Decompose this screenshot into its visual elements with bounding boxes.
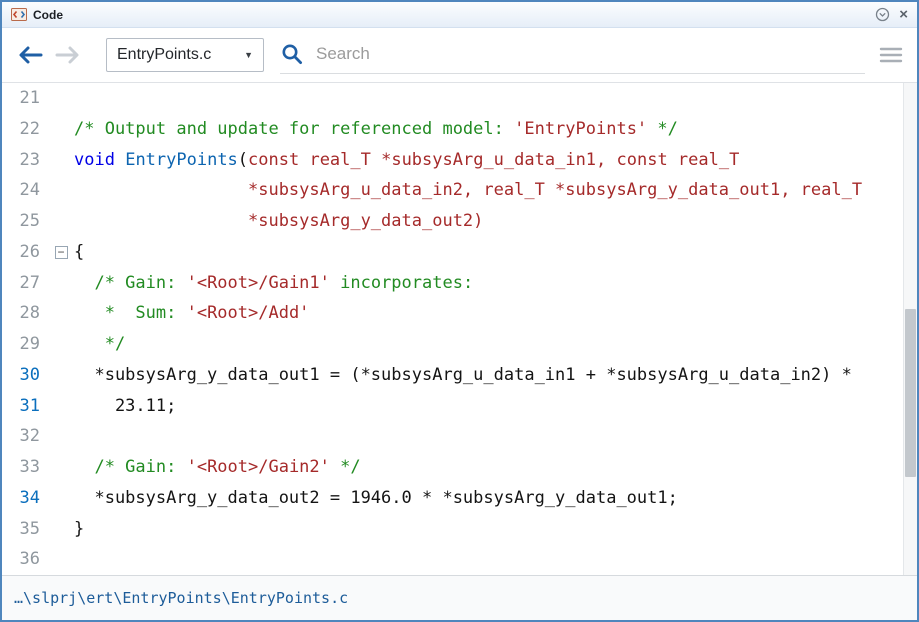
code-line[interactable]: 21 <box>2 83 917 114</box>
code-window: Code × EntryPoints.c <box>0 0 919 622</box>
fold-column <box>48 421 74 452</box>
fold-column <box>48 329 74 360</box>
chevron-down-icon: ▼ <box>244 50 253 60</box>
fold-column <box>48 483 74 514</box>
fold-column <box>48 114 74 145</box>
fold-column <box>48 544 74 575</box>
fold-column <box>48 360 74 391</box>
line-number: 28 <box>2 298 48 329</box>
code-text: *subsysArg_y_data_out1 = (*subsysArg_u_d… <box>74 360 852 391</box>
code-text: *subsysArg_y_data_out2) <box>74 206 483 237</box>
line-number: 33 <box>2 452 48 483</box>
code-text: { <box>74 237 84 268</box>
code-text: *subsysArg_u_data_in2, real_T *subsysArg… <box>74 175 862 206</box>
code-line[interactable]: 23 void EntryPoints(const real_T *subsysA… <box>2 145 917 176</box>
fold-column <box>48 268 74 299</box>
fold-column <box>48 175 74 206</box>
code-line[interactable]: 22 /* Output and update for referenced mo… <box>2 114 917 145</box>
line-number: 36 <box>2 544 48 575</box>
fold-column <box>48 514 74 545</box>
forward-button[interactable] <box>54 44 82 66</box>
file-path: …\slprj\ert\EntryPoints\EntryPoints.c <box>14 589 348 607</box>
code-line[interactable]: 30 *subsysArg_y_data_out1 = (*subsysArg_… <box>2 360 917 391</box>
window-title: Code <box>33 8 63 22</box>
line-number: 25 <box>2 206 48 237</box>
line-number: 29 <box>2 329 48 360</box>
code-lines: 2122 /* Output and update for referenced … <box>2 83 917 575</box>
search-icon[interactable] <box>280 42 304 66</box>
fold-column <box>48 145 74 176</box>
search-field[interactable] <box>280 34 865 74</box>
titlebar: Code × <box>2 2 917 28</box>
titlebar-actions: × <box>875 7 908 22</box>
code-text: /* Gain: '<Root>/Gain1' incorporates: <box>74 268 473 299</box>
file-dropdown[interactable]: EntryPoints.c ▼ <box>106 38 264 72</box>
code-text: } <box>74 514 84 545</box>
code-text: *subsysArg_y_data_out2 = 1946.0 * *subsy… <box>74 483 678 514</box>
close-icon[interactable]: × <box>899 8 908 22</box>
code-line[interactable]: 27 /* Gain: '<Root>/Gain1' incorporates: <box>2 268 917 299</box>
code-text: */ <box>74 329 125 360</box>
code-line[interactable]: 32 <box>2 421 917 452</box>
line-number: 22 <box>2 114 48 145</box>
code-line[interactable]: 31 23.11; <box>2 391 917 422</box>
code-line[interactable]: 24 *subsysArg_u_data_in2, real_T *subsys… <box>2 175 917 206</box>
line-number: 21 <box>2 83 48 114</box>
code-text: void EntryPoints(const real_T *subsysArg… <box>74 145 739 176</box>
back-button[interactable] <box>16 44 44 66</box>
line-number: 26 <box>2 237 48 268</box>
panel-collapse-icon[interactable] <box>875 7 890 22</box>
code-line[interactable]: 34 *subsysArg_y_data_out2 = 1946.0 * *su… <box>2 483 917 514</box>
fold-column <box>48 391 74 422</box>
line-number: 35 <box>2 514 48 545</box>
fold-column <box>48 452 74 483</box>
line-number: 23 <box>2 145 48 176</box>
code-text: /* Output and update for referenced mode… <box>74 114 678 145</box>
toolbar: EntryPoints.c ▼ <box>2 28 917 83</box>
line-number: 34 <box>2 483 48 514</box>
menu-icon[interactable] <box>879 46 903 64</box>
code-line[interactable]: 35} <box>2 514 917 545</box>
code-text: /* Gain: '<Root>/Gain2' */ <box>74 452 361 483</box>
line-number: 24 <box>2 175 48 206</box>
code-line[interactable]: 36 <box>2 544 917 575</box>
fold-column <box>48 298 74 329</box>
code-line[interactable]: 26−{ <box>2 237 917 268</box>
scrollbar-thumb[interactable] <box>905 309 916 477</box>
code-editor[interactable]: 2122 /* Output and update for referenced … <box>2 83 917 575</box>
code-text: 23.11; <box>74 391 176 422</box>
fold-column: − <box>48 237 74 268</box>
file-dropdown-label: EntryPoints.c <box>117 46 211 64</box>
code-text: * Sum: '<Root>/Add' <box>74 298 309 329</box>
line-number: 32 <box>2 421 48 452</box>
code-line[interactable]: 29 */ <box>2 329 917 360</box>
vertical-scrollbar[interactable] <box>903 83 917 575</box>
code-app-icon <box>11 7 27 22</box>
code-line[interactable]: 33 /* Gain: '<Root>/Gain2' */ <box>2 452 917 483</box>
status-bar: …\slprj\ert\EntryPoints\EntryPoints.c <box>2 575 917 620</box>
fold-column <box>48 83 74 114</box>
search-input[interactable] <box>316 44 865 64</box>
line-number: 31 <box>2 391 48 422</box>
line-number: 30 <box>2 360 48 391</box>
code-line[interactable]: 25 *subsysArg_y_data_out2) <box>2 206 917 237</box>
fold-column <box>48 206 74 237</box>
fold-collapse-icon[interactable]: − <box>55 246 68 259</box>
code-line[interactable]: 28 * Sum: '<Root>/Add' <box>2 298 917 329</box>
line-number: 27 <box>2 268 48 299</box>
